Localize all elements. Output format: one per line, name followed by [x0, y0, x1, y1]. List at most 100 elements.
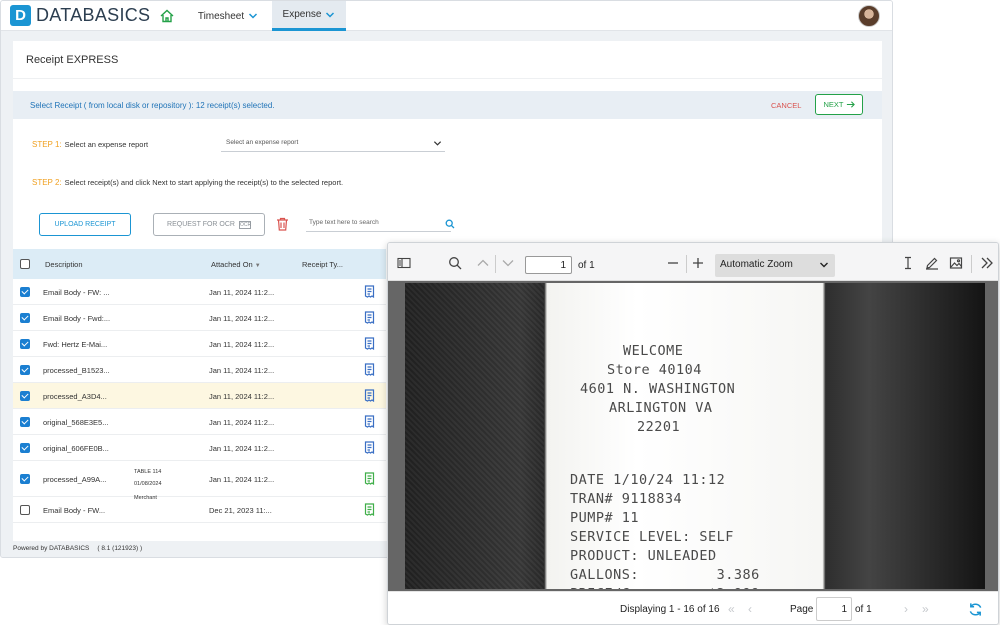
- double-chevron-right-icon[interactable]: [980, 256, 994, 270]
- search-icon[interactable]: [445, 219, 455, 229]
- zoom-select[interactable]: Automatic Zoom: [715, 254, 835, 277]
- table-row[interactable]: original_606FE0B... Jan 11, 2024 11:2...: [13, 435, 386, 461]
- row-checkbox[interactable]: [20, 443, 30, 453]
- arrow-right-icon: [846, 101, 855, 108]
- receipt-type-icon[interactable]: [364, 415, 375, 428]
- receipt-type-icon[interactable]: [364, 363, 375, 376]
- row-description: Fwd: Hertz E-Mai...: [43, 340, 108, 349]
- zoom-out-icon[interactable]: [666, 256, 680, 270]
- databasics-logo[interactable]: D DATABASICS: [10, 5, 150, 26]
- receipt-type-icon[interactable]: [364, 472, 375, 485]
- row-checkbox[interactable]: [20, 474, 30, 484]
- request-ocr-button[interactable]: REQUEST FOR OCR OCR: [153, 213, 265, 236]
- search-input[interactable]: Type text here to search: [306, 217, 451, 232]
- top-navbar: D DATABASICS Timesheet Expense: [1, 1, 892, 31]
- logo-badge: D: [10, 5, 31, 26]
- table-row[interactable]: processed_A3D4... Jan 11, 2024 11:2...: [13, 383, 386, 409]
- divider: [495, 255, 496, 273]
- column-receipt-type[interactable]: Receipt Ty...: [302, 260, 343, 269]
- receipt-type-icon[interactable]: [364, 441, 375, 454]
- column-description[interactable]: Description: [45, 260, 83, 269]
- row-checkbox[interactable]: [20, 505, 30, 515]
- column-attached-on-label: Attached On: [211, 260, 253, 269]
- column-attached-on[interactable]: Attached On ▼: [211, 260, 261, 269]
- next-page-icon[interactable]: ›: [904, 602, 908, 616]
- receipt-type-icon[interactable]: [364, 389, 375, 402]
- home-icon[interactable]: [159, 8, 175, 24]
- pen-icon[interactable]: [925, 256, 939, 270]
- next-button[interactable]: NEXT: [815, 94, 863, 115]
- table-row[interactable]: Email Body - FW... Dec 21, 2023 11:... Mer…: [13, 495, 386, 523]
- row-description: original_568E3E5...: [43, 418, 109, 427]
- row-attached-on: Jan 11, 2024 11:2...: [209, 366, 275, 375]
- row-checkbox[interactable]: [20, 365, 30, 375]
- trash-icon[interactable]: [276, 217, 289, 231]
- tab-timesheet[interactable]: Timesheet: [189, 1, 267, 31]
- divider: [686, 255, 687, 273]
- display-count: Displaying 1 - 16 of 16: [620, 604, 720, 615]
- image-icon[interactable]: [949, 256, 963, 270]
- row-attached-on: Jan 11, 2024 11:2...: [209, 444, 275, 453]
- row-attached-on: Jan 11, 2024 11:2...: [209, 314, 275, 323]
- table-row[interactable]: processed_B1523... Jan 11, 2024 11:2...: [13, 357, 386, 383]
- user-avatar[interactable]: [858, 5, 880, 27]
- receipt-type-icon[interactable]: [364, 337, 375, 350]
- document-area[interactable]: WELCOME Store 40104 4601 N. WASHINGTON ARLI…: [388, 281, 998, 591]
- upload-receipt-button[interactable]: UPLOAD RECEIPT: [39, 213, 131, 236]
- prev-page-icon[interactable]: ‹: [748, 602, 752, 616]
- request-ocr-label: REQUEST FOR OCR: [167, 221, 235, 228]
- step-2-number: STEP 2:: [32, 178, 62, 187]
- row-extra-line-1: TABLE 114: [134, 469, 162, 475]
- row-description: processed_A99A...: [43, 475, 107, 484]
- receipt-line: SERVICE LEVEL: SELF: [570, 529, 734, 545]
- row-attached-on: Jan 11, 2024 11:2...: [209, 288, 275, 297]
- table-row[interactable]: processed_A99A... Jan 11, 2024 11:2... TAB…: [13, 461, 386, 497]
- receipt-type-icon[interactable]: [364, 311, 375, 324]
- receipt-line: PRICE/G: $2.999: [570, 586, 760, 589]
- selection-status[interactable]: Select Receipt ( from local disk or repo…: [30, 101, 275, 110]
- row-checkbox[interactable]: [20, 313, 30, 323]
- row-checkbox[interactable]: [20, 417, 30, 427]
- sort-desc-icon: ▼: [254, 263, 261, 269]
- table-row[interactable]: Email Body - FW: ... Jan 11, 2024 11:2...: [13, 279, 386, 305]
- sidebar-toggle-icon[interactable]: [397, 256, 411, 270]
- ocr-icon: OCR: [238, 220, 252, 229]
- refresh-icon[interactable]: [968, 602, 983, 617]
- row-checkbox[interactable]: [20, 339, 30, 349]
- zoom-in-icon[interactable]: [691, 256, 705, 270]
- receipt-line: ARLINGTON VA: [609, 400, 713, 416]
- chevron-up-icon[interactable]: [476, 256, 490, 270]
- tab-expense[interactable]: Expense: [272, 1, 346, 31]
- last-page-icon[interactable]: »: [922, 602, 929, 616]
- version: ( 8.1 (121923) ): [97, 545, 143, 552]
- pager-input[interactable]: 1: [816, 597, 852, 621]
- chevron-down-icon: [820, 262, 828, 268]
- cancel-button[interactable]: CANCEL: [771, 101, 801, 110]
- receipt-line: Store 40104: [607, 362, 702, 378]
- text-select-icon[interactable]: [901, 256, 915, 270]
- receipt-image: WELCOME Store 40104 4601 N. WASHINGTON ARLI…: [405, 283, 985, 589]
- receipt-type-icon[interactable]: [364, 285, 375, 298]
- receipt-line: 4601 N. WASHINGTON: [580, 381, 736, 397]
- table-row[interactable]: original_568E3E5... Jan 11, 2024 11:2...: [13, 409, 386, 435]
- first-page-icon[interactable]: «: [728, 602, 735, 616]
- page-number-input[interactable]: 1: [525, 256, 572, 274]
- row-description: Email Body - Fwd:...: [43, 314, 111, 323]
- expense-report-placeholder: Select an expense report: [226, 139, 299, 146]
- divider: [971, 255, 972, 273]
- expense-report-select[interactable]: Select an expense report: [221, 136, 445, 152]
- row-attached-on: Jan 11, 2024 11:2...: [209, 475, 275, 484]
- viewer-footer: Displaying 1 - 16 of 16 « ‹ Page 1 of 1 …: [388, 591, 998, 624]
- selection-bar: Select Receipt ( from local disk or repo…: [13, 91, 882, 119]
- page-label: Page: [790, 604, 814, 615]
- select-all-checkbox[interactable]: [20, 259, 30, 269]
- row-checkbox[interactable]: [20, 391, 30, 401]
- chevron-down-icon[interactable]: [501, 256, 515, 270]
- tab-timesheet-label: Timesheet: [197, 10, 245, 22]
- table-row[interactable]: Fwd: Hertz E-Mai... Jan 11, 2024 11:2...: [13, 331, 386, 357]
- zoom-value: Automatic Zoom: [720, 259, 793, 270]
- row-checkbox[interactable]: [20, 287, 30, 297]
- receipt-type-icon[interactable]: [364, 503, 375, 516]
- table-row[interactable]: Email Body - Fwd:... Jan 11, 2024 11:2...: [13, 305, 386, 331]
- search-icon[interactable]: [448, 256, 462, 270]
